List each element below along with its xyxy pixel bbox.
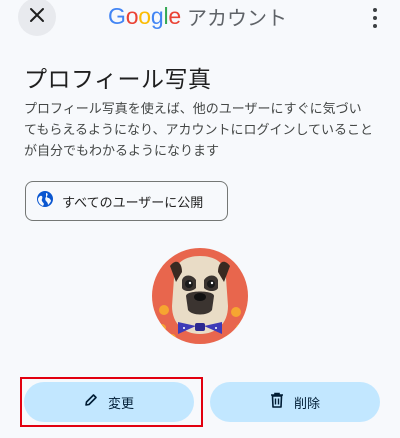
brand: Google アカウント xyxy=(108,2,287,30)
google-logo-text: Google xyxy=(108,2,181,29)
brand-account-label: アカウント xyxy=(187,5,287,30)
change-photo-label: 変更 xyxy=(107,396,134,412)
close-button[interactable] xyxy=(18,0,56,36)
page-description: プロフィール写真を使えば、他のユーザーにすぐに気づいてもらえるようになり、アカウ… xyxy=(24,102,374,159)
visibility-button[interactable]: すべてのユーザーに公開 xyxy=(25,181,228,221)
trash-icon xyxy=(270,392,284,412)
change-photo-button[interactable]: 変更 xyxy=(24,382,194,422)
profile-photo[interactable] xyxy=(152,248,248,344)
globe-icon xyxy=(36,190,54,212)
top-bar: Google アカウント xyxy=(0,0,400,40)
page-title: プロフィール写真 xyxy=(24,67,212,93)
close-icon xyxy=(29,7,45,27)
pencil-icon xyxy=(84,393,98,411)
delete-photo-label: 削除 xyxy=(293,396,320,412)
delete-photo-button[interactable]: 削除 xyxy=(210,382,380,422)
more-menu-button[interactable] xyxy=(370,8,380,28)
visibility-button-label: すべてのユーザーに公開 xyxy=(62,195,204,211)
more-vert-icon xyxy=(373,8,377,12)
